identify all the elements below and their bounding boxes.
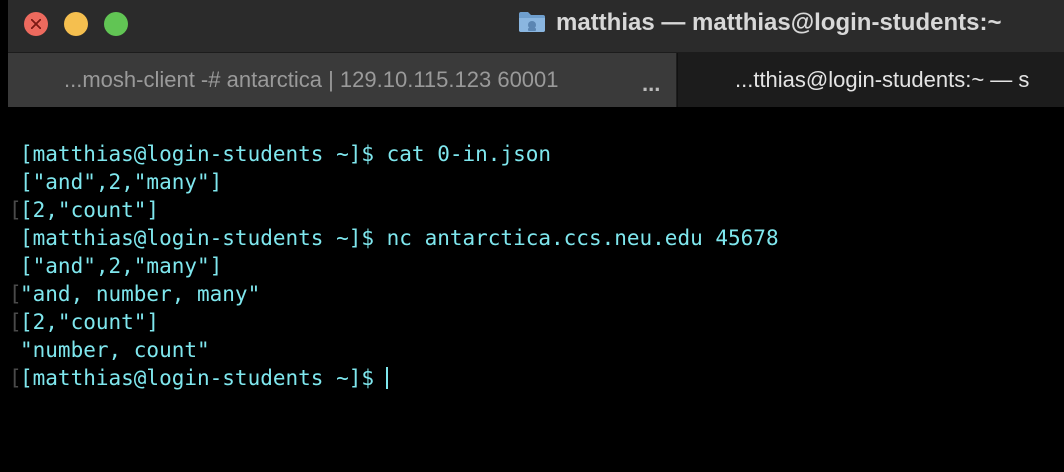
tab-login-students[interactable]: ...tthias@login-students:~ — s [677,53,1064,107]
tab-label: ...mosh-client -# antarctica | 129.10.11… [64,67,559,92]
close-button[interactable] [24,12,48,36]
text-cursor [386,367,389,389]
tab-bar: ...mosh-client -# antarctica | 129.10.11… [8,53,1064,107]
terminal-line: ["and",2,"many"] [20,254,223,278]
terminal-line: ["and",2,"many"] [20,170,223,194]
zoom-button[interactable] [104,12,128,36]
tab-mosh-client[interactable]: ...mosh-client -# antarctica | 129.10.11… [8,53,676,107]
window-title: matthias — matthias@login-students:~ [556,9,1002,36]
tab-overflow-icon[interactable]: ... [642,57,660,107]
prompt-line: [matthias@login-students ~]$ [20,364,389,392]
title-bar[interactable]: matthias — matthias@login-students:~ [8,0,1064,53]
folder-icon [519,12,545,32]
terminal-line: [matthias@login-students ~]$ nc antarcti… [20,226,779,250]
prompt: [matthias@login-students ~]$ [20,366,375,390]
minimize-button[interactable] [64,12,88,36]
terminal-output[interactable]: [matthias@login-students ~]$ cat 0-in.js… [8,108,1064,472]
terminal-line: [2,"count"] [20,198,160,222]
tab-label: ...tthias@login-students:~ — s [735,67,1030,92]
terminal-line: [matthias@login-students ~]$ cat 0-in.js… [20,142,552,166]
terminal-line: [2,"count"] [20,310,160,334]
terminal-line: "number, count" [20,338,210,362]
terminal-window: matthias — matthias@login-students:~ ...… [8,0,1064,472]
terminal-line: "and, number, many" [20,282,261,306]
